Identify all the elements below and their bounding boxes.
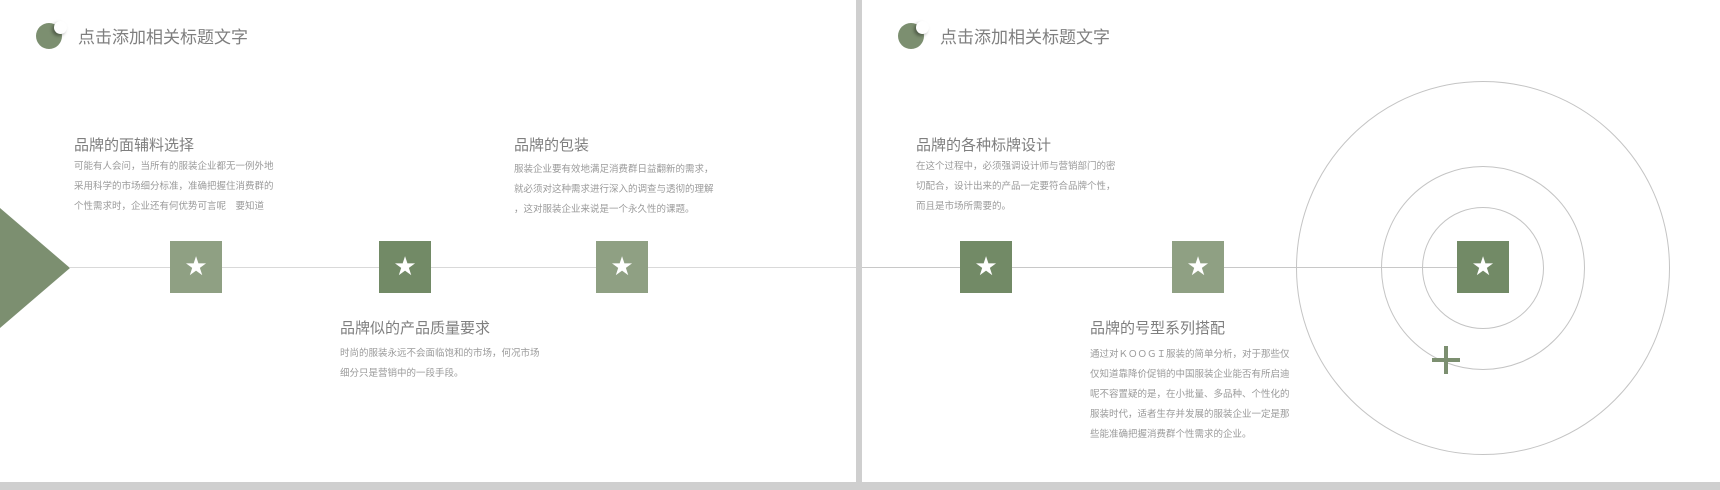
text-line: 切配合，设计出来的产品一定要符合品牌个性，	[916, 181, 1116, 192]
title-bullet-icon	[36, 21, 67, 49]
plus-icon	[1432, 346, 1460, 374]
title-bullet-icon	[898, 21, 929, 49]
item-text[interactable]: 可能有人会问，当所有的服装企业都无一例外地 采用科学的市场细分标准，准确把握住消…	[74, 157, 274, 217]
text-line: 个性需求时，企业还有何优势可言呢 要知道	[74, 201, 265, 212]
slide-title[interactable]: 点击添加相关标题文字	[78, 23, 248, 48]
star-marker[interactable]: ★	[379, 241, 431, 293]
text-line: ，这对服装企业来说是一个永久性的课题。	[514, 204, 695, 215]
item-text[interactable]: 通过对ＫＯＯＧＩ服装的简单分析，对于那些仅 仅知道靠降价促销的中国服装企业能否有…	[1090, 345, 1290, 445]
star-marker[interactable]: ★	[596, 241, 648, 293]
text-line: 通过对ＫＯＯＧＩ服装的简单分析，对于那些仅	[1090, 349, 1290, 360]
item-title[interactable]: 品牌似的产品质量要求	[340, 317, 490, 338]
item-text[interactable]: 在这个过程中，必须强调设计师与营销部门的密 切配合，设计出来的产品一定要符合品牌…	[916, 157, 1116, 217]
item-title[interactable]: 品牌的各种标牌设计	[916, 134, 1051, 155]
text-line: 采用科学的市场细分标准，准确把握住消费群的	[74, 181, 274, 192]
star-marker[interactable]: ★	[1172, 241, 1224, 293]
slide-right: 点击添加相关标题文字 ★ ★ ★ 品牌的各种标牌设计 在这个过程中，必须强调设计…	[862, 0, 1720, 482]
item-title[interactable]: 品牌的号型系列搭配	[1090, 317, 1225, 338]
arrow-triangle	[0, 208, 70, 328]
star-marker[interactable]: ★	[960, 241, 1012, 293]
item-text[interactable]: 时尚的服装永远不会面临饱和的市场，何况市场 细分只是营销中的一段手段。	[340, 344, 540, 384]
text-line: 在这个过程中，必须强调设计师与营销部门的密	[916, 161, 1116, 172]
text-line: 些能准确把握消费群个性需求的企业。	[1090, 429, 1252, 440]
text-line: 呢不容置疑的是，在小批量、多品种、个性化的	[1090, 389, 1290, 400]
text-line: 细分只是营销中的一段手段。	[340, 368, 464, 379]
star-marker[interactable]: ★	[170, 241, 222, 293]
item-text[interactable]: 服装企业要有效地满足消费群日益翻新的需求， 就必须对这种需求进行深入的调查与透彻…	[514, 160, 714, 220]
text-line: 服装时代，适者生存并发展的服装企业一定是那	[1090, 409, 1290, 420]
slide-left: 点击添加相关标题文字 ★ ★ ★ 品牌的面辅料选择 可能有人会问，当所有的服装企…	[0, 0, 856, 482]
item-title[interactable]: 品牌的包装	[514, 134, 589, 155]
text-line: 可能有人会问，当所有的服装企业都无一例外地	[74, 161, 274, 172]
slide-title[interactable]: 点击添加相关标题文字	[940, 23, 1110, 48]
text-line: 仅知道靠降价促销的中国服装企业能否有所启迪	[1090, 369, 1290, 380]
text-line: 就必须对这种需求进行深入的调查与透彻的理解	[514, 184, 714, 195]
text-line: 服装企业要有效地满足消费群日益翻新的需求，	[514, 164, 714, 175]
item-title[interactable]: 品牌的面辅料选择	[74, 134, 194, 155]
star-marker[interactable]: ★	[1457, 241, 1509, 293]
text-line: 时尚的服装永远不会面临饱和的市场，何况市场	[340, 348, 540, 359]
text-line: 而且是市场所需要的。	[916, 201, 1012, 212]
